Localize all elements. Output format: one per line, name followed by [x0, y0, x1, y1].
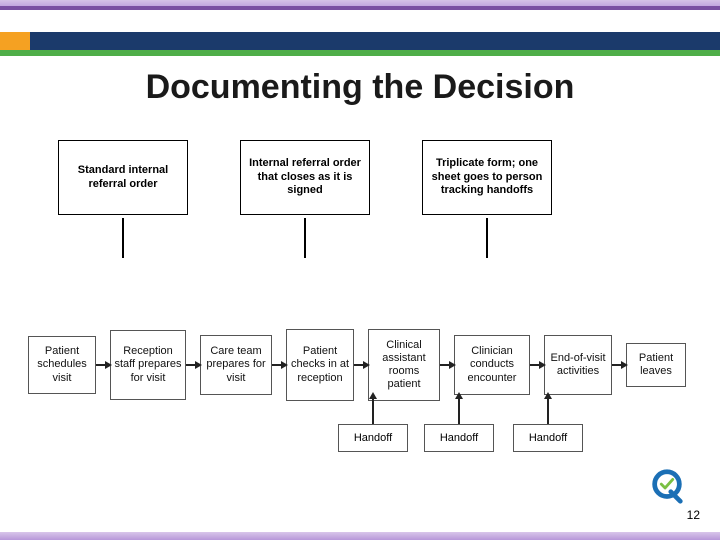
- callout-box-1: Standard internal referral order: [58, 140, 188, 215]
- decor-bar-top-purple: [0, 6, 720, 10]
- handoff-arrow-1: [372, 398, 374, 424]
- handoff-box-3: Handoff: [513, 424, 583, 452]
- handoff-arrow-2: [458, 398, 460, 424]
- process-flow: Patient schedules visit Reception staff …: [28, 320, 698, 410]
- handoff-box-2: Handoff: [424, 424, 494, 452]
- callout-row: Standard internal referral order Interna…: [58, 140, 598, 220]
- callout-box-2: Internal referral order that closes as i…: [240, 140, 370, 215]
- flow-node-1: Patient schedules visit: [28, 336, 96, 394]
- flow-node-3: Care team prepares for visit: [200, 335, 272, 395]
- flow-node-4: Patient checks in at reception: [286, 329, 354, 401]
- callout-connector-3: [486, 218, 488, 258]
- callout-box-3: Triplicate form; one sheet goes to perso…: [422, 140, 552, 215]
- callout-connector-2: [304, 218, 306, 258]
- decor-bar-bottom: [0, 532, 720, 540]
- flow-node-7: End-of-visit activities: [544, 335, 612, 395]
- quality-logo-icon: [648, 468, 686, 506]
- flow-node-6: Clinician conducts encounter: [454, 335, 530, 395]
- decor-accent-navy: [30, 32, 720, 50]
- flow-node-8: Patient leaves: [626, 343, 686, 387]
- flow-node-5: Clinical assistant rooms patient: [368, 329, 440, 401]
- flow-node-2: Reception staff prepares for visit: [110, 330, 186, 400]
- page-title: Documenting the Decision: [0, 68, 720, 107]
- decor-accent-orange: [0, 32, 30, 50]
- callout-connector-1: [122, 218, 124, 258]
- page-number: 12: [687, 508, 700, 522]
- handoff-box-1: Handoff: [338, 424, 408, 452]
- handoff-arrow-3: [547, 398, 549, 424]
- decor-accent-green: [0, 50, 720, 56]
